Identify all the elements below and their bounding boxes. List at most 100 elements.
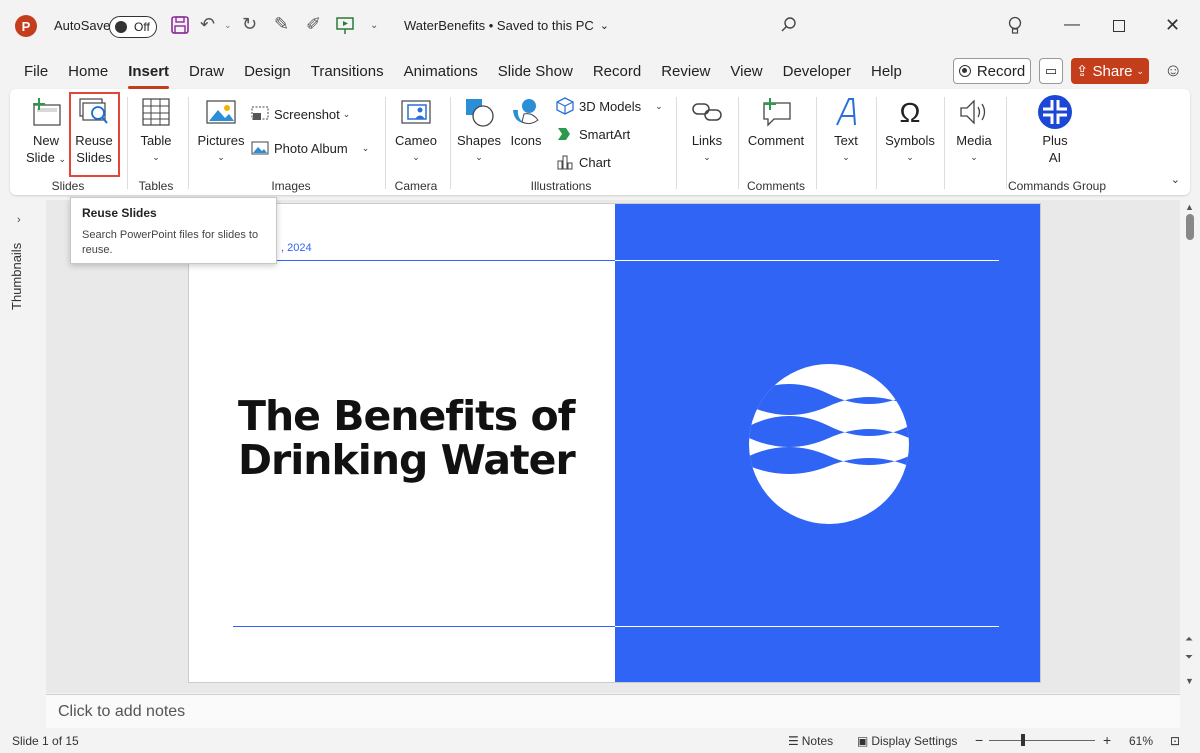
plus-ai-label-1: Plus: [1042, 133, 1068, 148]
text-icon: [829, 95, 863, 129]
document-title[interactable]: WaterBenefits • Saved to this PC ⌄: [404, 18, 609, 33]
previous-slide-icon[interactable]: ⏶: [1185, 634, 1193, 645]
omega-icon: Ω: [899, 96, 921, 128]
present-icon[interactable]: [335, 16, 355, 36]
zoom-out-icon[interactable]: −: [975, 732, 983, 748]
tooltip-description: Search PowerPoint files for slides to re…: [82, 229, 259, 256]
tab-view[interactable]: View: [720, 60, 772, 86]
shapes-icon: [462, 95, 496, 129]
plus-ai-icon: [1038, 95, 1072, 129]
tab-review[interactable]: Review: [651, 60, 720, 86]
table-icon: [139, 95, 173, 129]
text-button[interactable]: Text ⌄: [824, 95, 868, 166]
scroll-down-icon[interactable]: ▼: [1185, 676, 1194, 686]
pen-icon[interactable]: ✎: [274, 14, 289, 35]
tab-help[interactable]: Help: [861, 60, 912, 86]
cameo-button[interactable]: Cameo ⌄: [392, 95, 440, 166]
cube-icon: [555, 97, 575, 115]
comments-button[interactable]: ▭: [1039, 58, 1063, 84]
reuse-slides-label-2: Slides: [76, 150, 112, 165]
smartart-icon: [555, 125, 575, 143]
slide-title[interactable]: The Benefits of Drinking Water: [238, 394, 598, 482]
fit-to-window-icon[interactable]: ⊡: [1170, 734, 1180, 748]
chevron-down-icon: ⌄: [361, 142, 370, 153]
reuse-slides-button[interactable]: Reuse Slides: [71, 95, 117, 166]
new-slide-label-1: New: [32, 133, 59, 148]
lightbulb-icon[interactable]: [1008, 16, 1022, 36]
tab-design[interactable]: Design: [234, 60, 301, 86]
group-divider: [385, 97, 386, 189]
comment-icon: ▭: [1044, 63, 1058, 78]
slide-date: , 2024: [281, 242, 312, 254]
shapes-button[interactable]: Shapes ⌄: [456, 95, 502, 166]
chevron-down-icon: ⌄: [970, 152, 978, 162]
notes-pane[interactable]: Click to add notes: [46, 694, 1180, 728]
coauthor-icon[interactable]: ☺: [1164, 60, 1182, 81]
media-button[interactable]: Media ⌄: [950, 95, 998, 166]
tab-transitions[interactable]: Transitions: [301, 60, 394, 86]
notes-toggle-button[interactable]: ☰ Notes: [788, 734, 833, 748]
undo-icon[interactable]: ↶: [200, 14, 215, 35]
scrollbar-thumb[interactable]: [1186, 214, 1194, 240]
notes-toggle-label: Notes: [801, 734, 834, 748]
table-button[interactable]: Table ⌄: [134, 95, 178, 166]
symbols-label: Symbols: [885, 133, 935, 148]
cameo-icon: [399, 95, 433, 129]
links-button[interactable]: Links ⌄: [684, 95, 730, 166]
vertical-scrollbar[interactable]: ▲ ⏶ ⏷ ▼: [1182, 200, 1198, 693]
tab-file[interactable]: File: [14, 60, 58, 86]
scroll-up-icon[interactable]: ▲: [1185, 202, 1194, 212]
zoom-level[interactable]: 61%: [1129, 734, 1153, 748]
tab-home[interactable]: Home: [58, 60, 118, 86]
zoom-slider-track[interactable]: [989, 740, 1095, 741]
text-label: Text: [834, 133, 858, 148]
share-button[interactable]: ⇪ Share ⌄: [1071, 58, 1149, 84]
screenshot-button[interactable]: Screenshot ⌄: [250, 105, 350, 123]
group-divider: [738, 97, 739, 189]
close-icon[interactable]: ✕: [1165, 15, 1180, 36]
maximize-icon[interactable]: [1113, 20, 1125, 32]
plus-ai-button[interactable]: Plus AI: [1032, 95, 1078, 166]
3d-models-label: 3D Models: [579, 98, 642, 114]
redo-icon[interactable]: ↻: [242, 14, 257, 35]
3d-models-button[interactable]: 3D Models ⌄: [555, 97, 663, 115]
comment-button[interactable]: Comment: [745, 95, 807, 149]
tab-insert[interactable]: Insert: [118, 60, 179, 89]
tab-record[interactable]: Record: [583, 60, 651, 86]
thumbnails-label[interactable]: Thumbnails: [9, 243, 24, 310]
display-settings-button[interactable]: ▣ Display Settings: [857, 734, 957, 748]
minimize-icon[interactable]: —: [1064, 16, 1080, 34]
table-label: Table: [140, 133, 172, 148]
new-slide-button[interactable]: New Slide ⌄: [22, 95, 70, 168]
ribbon-display-options-icon[interactable]: ⌄: [1171, 173, 1180, 186]
customize-icon[interactable]: ⌄: [370, 20, 378, 31]
smartart-button[interactable]: SmartArt: [555, 125, 630, 143]
zoom-in-icon[interactable]: +: [1103, 732, 1111, 748]
photo-album-icon: [250, 139, 270, 157]
next-slide-icon[interactable]: ⏷: [1185, 652, 1193, 663]
search-icon[interactable]: [780, 16, 798, 34]
tab-slide-show[interactable]: Slide Show: [488, 60, 583, 86]
pictures-button[interactable]: Pictures ⌄: [196, 95, 246, 166]
symbols-button[interactable]: Ω Symbols ⌄: [882, 95, 938, 166]
autosave-toggle[interactable]: Off: [109, 16, 157, 38]
slide-canvas[interactable]: , 2024 The Benefits of Drinking Water: [188, 203, 1041, 683]
highlighter-icon[interactable]: ✐: [306, 14, 321, 35]
undo-dropdown-icon[interactable]: ⌄: [224, 20, 232, 31]
chart-button[interactable]: Chart: [555, 153, 611, 171]
zoom-slider-knob[interactable]: [1021, 734, 1025, 746]
icons-button[interactable]: Icons: [506, 95, 546, 149]
save-icon[interactable]: [170, 15, 190, 35]
notes-icon: ☰: [788, 734, 799, 748]
expand-thumbnails-icon[interactable]: ›: [17, 214, 21, 226]
record-button[interactable]: Record: [953, 58, 1031, 84]
group-divider: [450, 97, 451, 189]
group-divider: [1006, 97, 1007, 189]
comment-label: Comment: [747, 133, 805, 148]
slide-divider-top-white: [615, 260, 999, 261]
reuse-slides-icon: [77, 95, 111, 129]
tab-animations[interactable]: Animations: [394, 60, 488, 86]
photo-album-button[interactable]: Photo Album ⌄: [250, 139, 369, 157]
tab-draw[interactable]: Draw: [179, 60, 234, 86]
tab-developer[interactable]: Developer: [773, 60, 861, 86]
